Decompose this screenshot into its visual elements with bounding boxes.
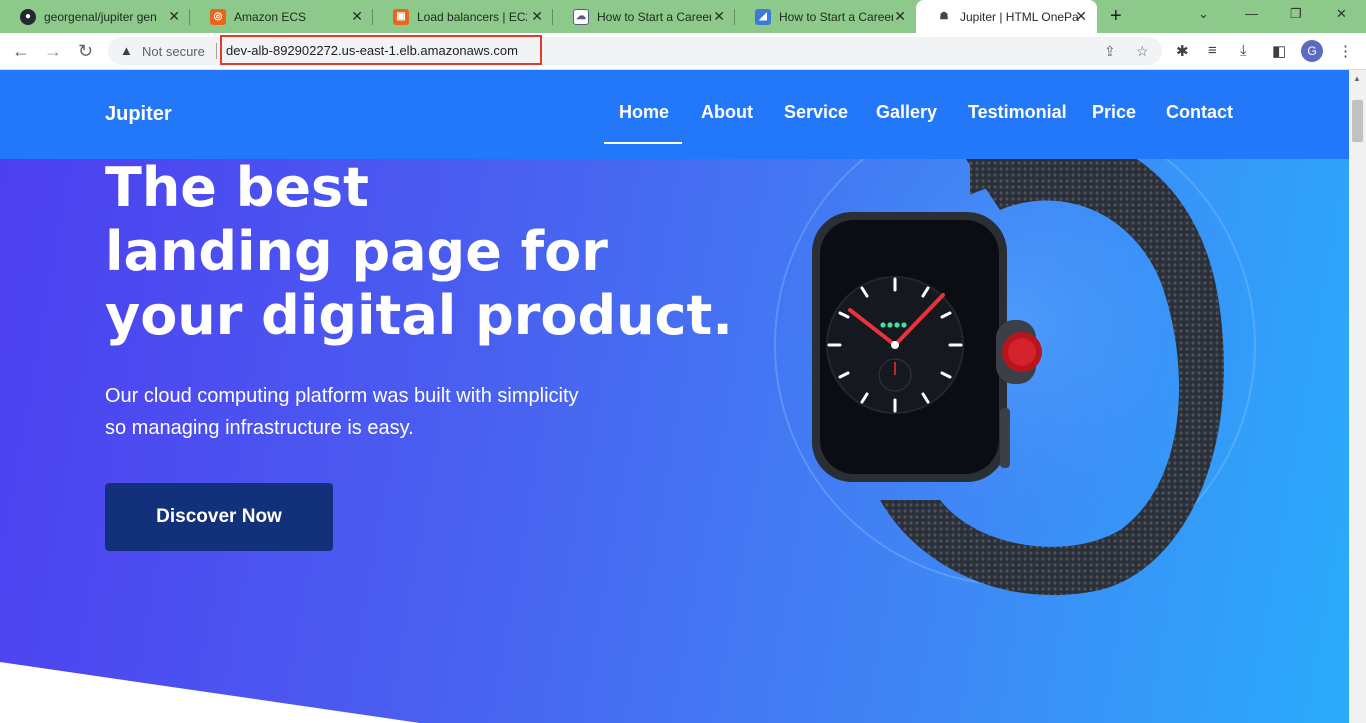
tab-title: How to Start a Career (597, 9, 711, 24)
omnibox-divider (216, 43, 217, 59)
close-icon[interactable]: ✕ (531, 8, 543, 25)
aws-ecs-icon: ◎ (210, 8, 226, 25)
bookmark-app-icon: ◢ (755, 8, 771, 25)
tab-search-icon[interactable]: ⌄ (1198, 6, 1209, 22)
nav-link-price[interactable]: Price (1092, 102, 1136, 123)
tab-title: Amazon ECS (234, 9, 307, 24)
reload-icon[interactable]: ↻ (78, 41, 93, 62)
github-icon: ● (20, 8, 36, 25)
scroll-up-icon[interactable]: ▲ (1353, 74, 1361, 83)
address-bar[interactable]: ▲ Not secure dev-alb-892902272.us-east-1… (108, 35, 1162, 65)
smartwatch-image (774, 130, 1256, 596)
close-icon[interactable]: ✕ (894, 8, 906, 25)
download-icon[interactable]: ⤓ (1240, 42, 1247, 59)
nav-link-gallery[interactable]: Gallery (876, 102, 937, 123)
tab-strip: ● georgenal/jupiter gen ✕ ◎ Amazon ECS ✕… (0, 0, 1366, 33)
close-window-icon[interactable]: ✕ (1336, 6, 1347, 22)
warning-icon[interactable]: ▲ (120, 43, 133, 58)
tab-title: How to Start a Career (779, 9, 893, 24)
scrollbar-thumb[interactable] (1352, 100, 1363, 142)
nav-link-contact[interactable]: Contact (1166, 102, 1233, 123)
back-icon[interactable]: ← (12, 41, 30, 62)
browser-tab[interactable]: ◎ Amazon ECS ✕ (190, 0, 373, 33)
nav-link-about[interactable]: About (701, 102, 753, 123)
security-label[interactable]: Not secure (142, 44, 205, 59)
browser-tab[interactable]: ◢ How to Start a Career ✕ (735, 0, 916, 33)
nav-link-testimonial[interactable]: Testimonial (968, 102, 1067, 123)
browser-tab[interactable]: ☁ How to Start a Career ✕ (553, 0, 735, 33)
hero-subtitle-line: so managing infrastructure is easy. (105, 417, 414, 439)
profile-avatar[interactable]: G (1301, 40, 1323, 62)
hero-title-line: your digital product. (105, 284, 733, 347)
close-icon[interactable]: ✕ (351, 8, 363, 25)
minimize-icon[interactable]: — (1245, 6, 1258, 21)
extensions-icon[interactable]: ✱ (1176, 42, 1189, 60)
jupiter-icon: ☗ (936, 8, 952, 25)
hero-subtitle-line: Our cloud computing platform was built w… (105, 385, 579, 407)
tab-title: georgenal/jupiter gen (44, 9, 157, 24)
menu-kebab-icon[interactable]: ⋮ (1338, 42, 1353, 60)
page-viewport: Jupiter Home About Service Gallery Testi… (0, 70, 1349, 723)
tab-title: Jupiter | HTML OnePa (960, 9, 1079, 24)
hero-title-line: The best (105, 156, 369, 219)
hero-subtitle: Our cloud computing platform was built w… (105, 380, 579, 444)
close-icon[interactable]: ✕ (168, 8, 180, 25)
restore-icon[interactable]: ❐ (1290, 6, 1302, 22)
bookmark-star-icon[interactable]: ☆ (1136, 43, 1149, 60)
site-header: Jupiter Home About Service Gallery Testi… (0, 70, 1349, 159)
aws-ec2-icon: ▣ (393, 8, 409, 25)
media-control-icon[interactable]: ≡ (1208, 42, 1217, 59)
nav-link-service[interactable]: Service (784, 102, 848, 123)
browser-toolbar: ← → ↻ ▲ Not secure dev-alb-892902272.us-… (0, 33, 1366, 70)
cloud-icon: ☁ (573, 8, 589, 25)
discover-now-button[interactable]: Discover Now (105, 483, 333, 551)
browser-tab-active[interactable]: ☗ Jupiter | HTML OnePa ✕ (916, 0, 1097, 33)
forward-icon[interactable]: → (44, 41, 62, 62)
close-icon[interactable]: ✕ (1075, 8, 1087, 25)
browser-tab[interactable]: ▣ Load balancers | EC2 M ✕ (373, 0, 553, 33)
close-icon[interactable]: ✕ (713, 8, 725, 25)
side-panel-icon[interactable]: ◧ (1272, 42, 1286, 60)
hero-title: The best landing page for your digital p… (105, 156, 733, 348)
active-nav-indicator (604, 142, 682, 144)
page-scrollbar[interactable]: ▲ (1349, 70, 1366, 723)
share-icon[interactable]: ⇪ (1104, 43, 1116, 60)
hero-title-line: landing page for (105, 220, 608, 283)
site-logo[interactable]: Jupiter (105, 103, 172, 126)
nav-link-home[interactable]: Home (619, 102, 669, 123)
tab-title: Load balancers | EC2 M (417, 9, 527, 24)
url-text[interactable]: dev-alb-892902272.us-east-1.elb.amazonaw… (226, 43, 518, 58)
new-tab-icon[interactable]: + (1110, 5, 1122, 28)
browser-tab[interactable]: ● georgenal/jupiter gen ✕ (0, 0, 190, 33)
